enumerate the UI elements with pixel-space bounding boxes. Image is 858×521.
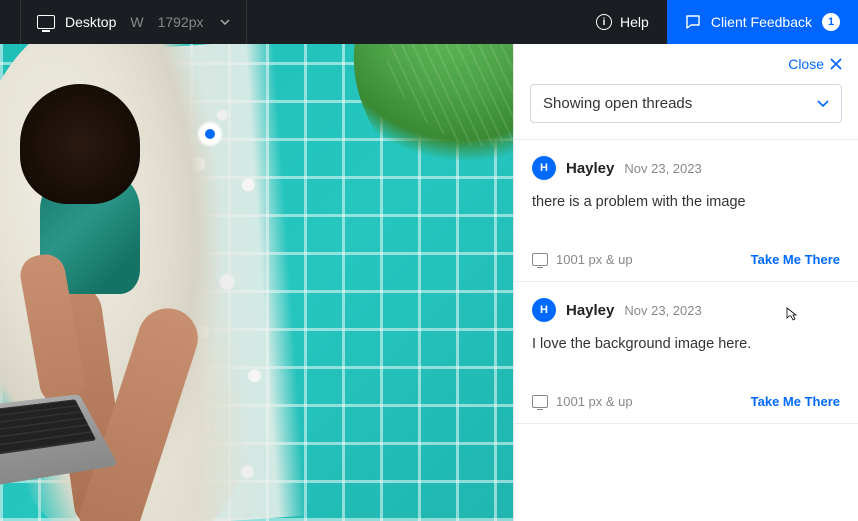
close-panel-button[interactable]: Close <box>788 56 842 72</box>
desktop-icon <box>532 395 548 408</box>
canvas-area[interactable]: Close Showing open threads H Hayley Nov … <box>0 44 858 521</box>
thread-body: there is a problem with the image <box>532 194 840 210</box>
top-bar: Desktop W 1792px i Help Client Feedback … <box>0 0 858 44</box>
thread-date: Nov 23, 2023 <box>624 161 701 176</box>
thread-list: H Hayley Nov 23, 2023 there is a problem… <box>514 139 858 521</box>
info-icon: i <box>596 14 612 30</box>
take-me-there-button[interactable]: Take Me There <box>751 394 840 409</box>
chevron-down-icon <box>817 100 829 107</box>
thread-date: Nov 23, 2023 <box>624 303 701 318</box>
avatar: H <box>532 156 556 180</box>
close-icon <box>830 58 842 70</box>
thread-filter-select[interactable]: Showing open threads <box>530 84 842 123</box>
width-value: 1792px <box>158 14 204 30</box>
feedback-panel: Close Showing open threads H Hayley Nov … <box>513 44 858 521</box>
feedback-label: Client Feedback <box>711 14 812 30</box>
close-label: Close <box>788 56 824 72</box>
filter-label: Showing open threads <box>543 95 692 112</box>
desktop-icon <box>37 15 55 29</box>
desktop-icon <box>532 253 548 266</box>
thread-body: I love the background image here. <box>532 336 840 352</box>
device-selector[interactable]: Desktop W 1792px <box>20 0 247 44</box>
width-prefix: W <box>130 14 143 30</box>
chevron-down-icon <box>220 19 230 25</box>
help-button[interactable]: i Help <box>578 0 667 44</box>
chat-icon <box>685 14 701 30</box>
avatar: H <box>532 298 556 322</box>
take-me-there-button[interactable]: Take Me There <box>751 252 840 267</box>
breakpoint-label: 1001 px & up <box>532 252 633 267</box>
author-name: Hayley <box>566 160 614 177</box>
author-name: Hayley <box>566 302 614 319</box>
thread-item[interactable]: H Hayley Nov 23, 2023 I love the backgro… <box>514 282 858 424</box>
breakpoint-label: 1001 px & up <box>532 394 633 409</box>
feedback-count-badge: 1 <box>822 13 840 31</box>
client-feedback-button[interactable]: Client Feedback 1 <box>667 0 858 44</box>
device-label: Desktop <box>65 14 116 30</box>
help-label: Help <box>620 14 649 30</box>
thread-item[interactable]: H Hayley Nov 23, 2023 there is a problem… <box>514 140 858 282</box>
feedback-marker[interactable] <box>199 123 221 145</box>
